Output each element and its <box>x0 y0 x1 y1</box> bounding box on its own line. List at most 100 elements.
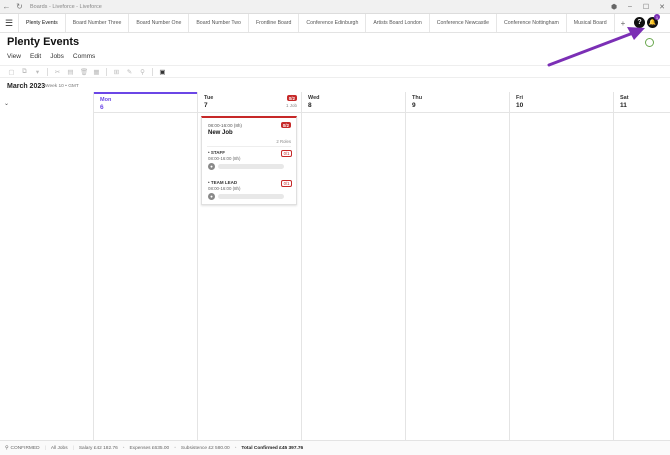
tab-musical-board[interactable]: Musical Board <box>567 14 615 32</box>
day-name: Fri <box>516 95 524 101</box>
add-tab-icon[interactable]: + <box>615 14 632 32</box>
job-roles-count: 2 Roles <box>276 139 291 144</box>
tab-artists-board-london[interactable]: Artists Board London <box>366 14 430 32</box>
day-name: Wed <box>308 95 320 101</box>
role-time: 08:00-16:00 (8h) <box>208 186 241 191</box>
maximize-icon[interactable]: ☐ <box>638 3 654 11</box>
toolbar-divider <box>152 67 153 76</box>
week-label: Week 10 • GMT <box>45 84 79 89</box>
day-column-wed[interactable]: Wed 8 <box>301 92 405 440</box>
empty-slot-placeholder <box>218 164 284 169</box>
help-button[interactable]: ? <box>634 17 645 28</box>
day-name: Mon <box>100 97 112 103</box>
job-card[interactable]: 08:00-16:00 (8h) 0/2 New Job 2 Roles • S… <box>201 116 297 205</box>
tab-conference-newcastle[interactable]: Conference Newcastle <box>430 14 497 32</box>
salary-total: Salary £42 182.76 <box>78 445 118 451</box>
day-number: 11 <box>620 102 627 109</box>
day-number: 10 <box>516 102 524 109</box>
day-fill-badge: 0/2 <box>286 95 297 101</box>
role-slot[interactable]: ● <box>208 193 292 200</box>
role-slot[interactable]: ● <box>208 163 292 170</box>
tab-board-number-two[interactable]: Board Number Two <box>189 14 249 32</box>
window-title: Boards - Liveforce - Liveforce <box>30 3 102 10</box>
tab-board-number-three[interactable]: Board Number Three <box>66 14 130 32</box>
day-column-sat[interactable]: Sat 11 <box>613 92 670 440</box>
chevron-down-icon[interactable]: ▾ <box>34 68 41 76</box>
month-label: March 2023 <box>7 83 46 90</box>
separator: • <box>234 445 237 451</box>
person-add-icon[interactable]: ⚲ <box>139 68 146 76</box>
separator: • <box>122 445 125 451</box>
role-team-lead[interactable]: • TEAM LEAD 0/1 08:00-16:00 (8h) ● <box>208 180 292 200</box>
filter-icon[interactable]: ⚲ <box>5 446 9 451</box>
day-number: 6 <box>100 104 104 111</box>
minimize-icon[interactable]: – <box>622 3 638 10</box>
collapse-chevron-icon[interactable]: ⌄ <box>4 100 9 107</box>
role-staff[interactable]: • STAFF 0/1 08:00-16:00 (8h) ● <box>208 150 292 170</box>
toolbar-divider <box>106 67 107 76</box>
page-title: Plenty Events <box>7 36 80 48</box>
board-menu: View Edit Jobs Comms <box>7 53 95 60</box>
totals-statusbar: ⚲ CONFIRMED | All Jobs | Salary £42 182.… <box>0 440 670 455</box>
role-name: • TEAM LEAD <box>208 180 238 185</box>
menu-jobs[interactable]: Jobs <box>50 53 64 60</box>
notification-count-badge: 1 <box>654 14 660 20</box>
grid-icon[interactable]: ⊞ <box>113 68 120 76</box>
day-column-mon[interactable]: Mon 6 <box>93 92 197 440</box>
day-header: Fri 10 <box>510 92 613 113</box>
clipboard-icon[interactable]: ▦ <box>93 68 100 76</box>
day-header: Thu 9 <box>406 92 509 113</box>
role-name: • STAFF <box>208 150 225 155</box>
divider <box>207 146 291 147</box>
user-avatar[interactable] <box>645 38 654 47</box>
expenses-total: Expenses £635.00 <box>129 445 170 451</box>
week-calendar: ⌄ Mon 6 Tue 7 0/2 1 Job 08:00-16:00 (8h)… <box>0 92 670 440</box>
status-filter-confirmed[interactable]: CONFIRMED <box>11 446 40 451</box>
reload-icon[interactable]: ↻ <box>13 2 26 11</box>
tab-conference-edinburgh[interactable]: Conference Edinburgh <box>299 14 367 32</box>
tab-plenty-events[interactable]: Plenty Events <box>18 14 66 32</box>
day-header: Tue 7 0/2 1 Job <box>198 92 301 113</box>
day-header: Sat 11 <box>614 92 670 113</box>
jobs-filter[interactable]: All Jobs <box>51 446 68 451</box>
role-time: 08:00-16:00 (8h) <box>208 156 241 161</box>
board-tabs: ☰ Plenty Events Board Number Three Board… <box>0 14 670 33</box>
day-name: Thu <box>412 95 423 101</box>
role-fill-count: 0/1 <box>281 180 292 187</box>
new-job-icon[interactable]: ▢ <box>8 68 15 76</box>
job-title: New Job <box>208 130 233 136</box>
menu-comms[interactable]: Comms <box>73 53 95 60</box>
tab-frontline-board[interactable]: Frontline Board <box>249 14 300 32</box>
separator: | <box>44 445 46 451</box>
cut-icon[interactable]: ✂ <box>54 68 61 76</box>
confirmed-grand-total: Total Confirmed £45 397.76 <box>241 445 304 451</box>
role-fill-count: 0/1 <box>281 150 292 157</box>
day-header: Wed 8 <box>302 92 405 113</box>
tab-conference-nottingham[interactable]: Conference Nottingham <box>497 14 567 32</box>
person-icon: ● <box>208 163 215 170</box>
separator: • <box>174 445 176 451</box>
separator: | <box>72 445 74 451</box>
subsistence-total: Subsistence £2 580.00 <box>180 445 230 451</box>
day-column-thu[interactable]: Thu 9 <box>405 92 509 440</box>
job-fill-badge: 0/2 <box>280 122 291 128</box>
day-header: Mon 6 <box>94 92 197 113</box>
tab-board-number-one[interactable]: Board Number One <box>129 14 190 32</box>
toolbar: ▢ ⧉ ▾ ✂ ▤ 🗑 ▦ ⊞ ✎ ⚲ ▣ <box>0 65 670 78</box>
day-number: 9 <box>412 102 416 109</box>
back-icon[interactable]: ← <box>0 2 13 11</box>
toolbar-divider <box>47 67 48 76</box>
day-job-count: 1 Job <box>285 103 297 108</box>
day-column-fri[interactable]: Fri 10 <box>509 92 613 440</box>
copy-icon[interactable]: ⧉ <box>21 68 28 76</box>
menu-view[interactable]: View <box>7 53 21 60</box>
hamburger-menu-icon[interactable]: ☰ <box>0 14 18 32</box>
close-icon[interactable]: ✕ <box>654 3 670 11</box>
delete-icon[interactable]: 🗑 <box>80 68 88 76</box>
pencil-icon[interactable]: ✎ <box>126 68 133 76</box>
calendar-icon[interactable]: ▣ <box>159 68 166 76</box>
day-column-tue[interactable]: Tue 7 0/2 1 Job 08:00-16:00 (8h) 0/2 New… <box>197 92 301 440</box>
menu-edit[interactable]: Edit <box>30 53 41 60</box>
paste-icon[interactable]: ▤ <box>67 68 74 76</box>
extensions-icon[interactable]: ⬢ <box>606 3 622 11</box>
